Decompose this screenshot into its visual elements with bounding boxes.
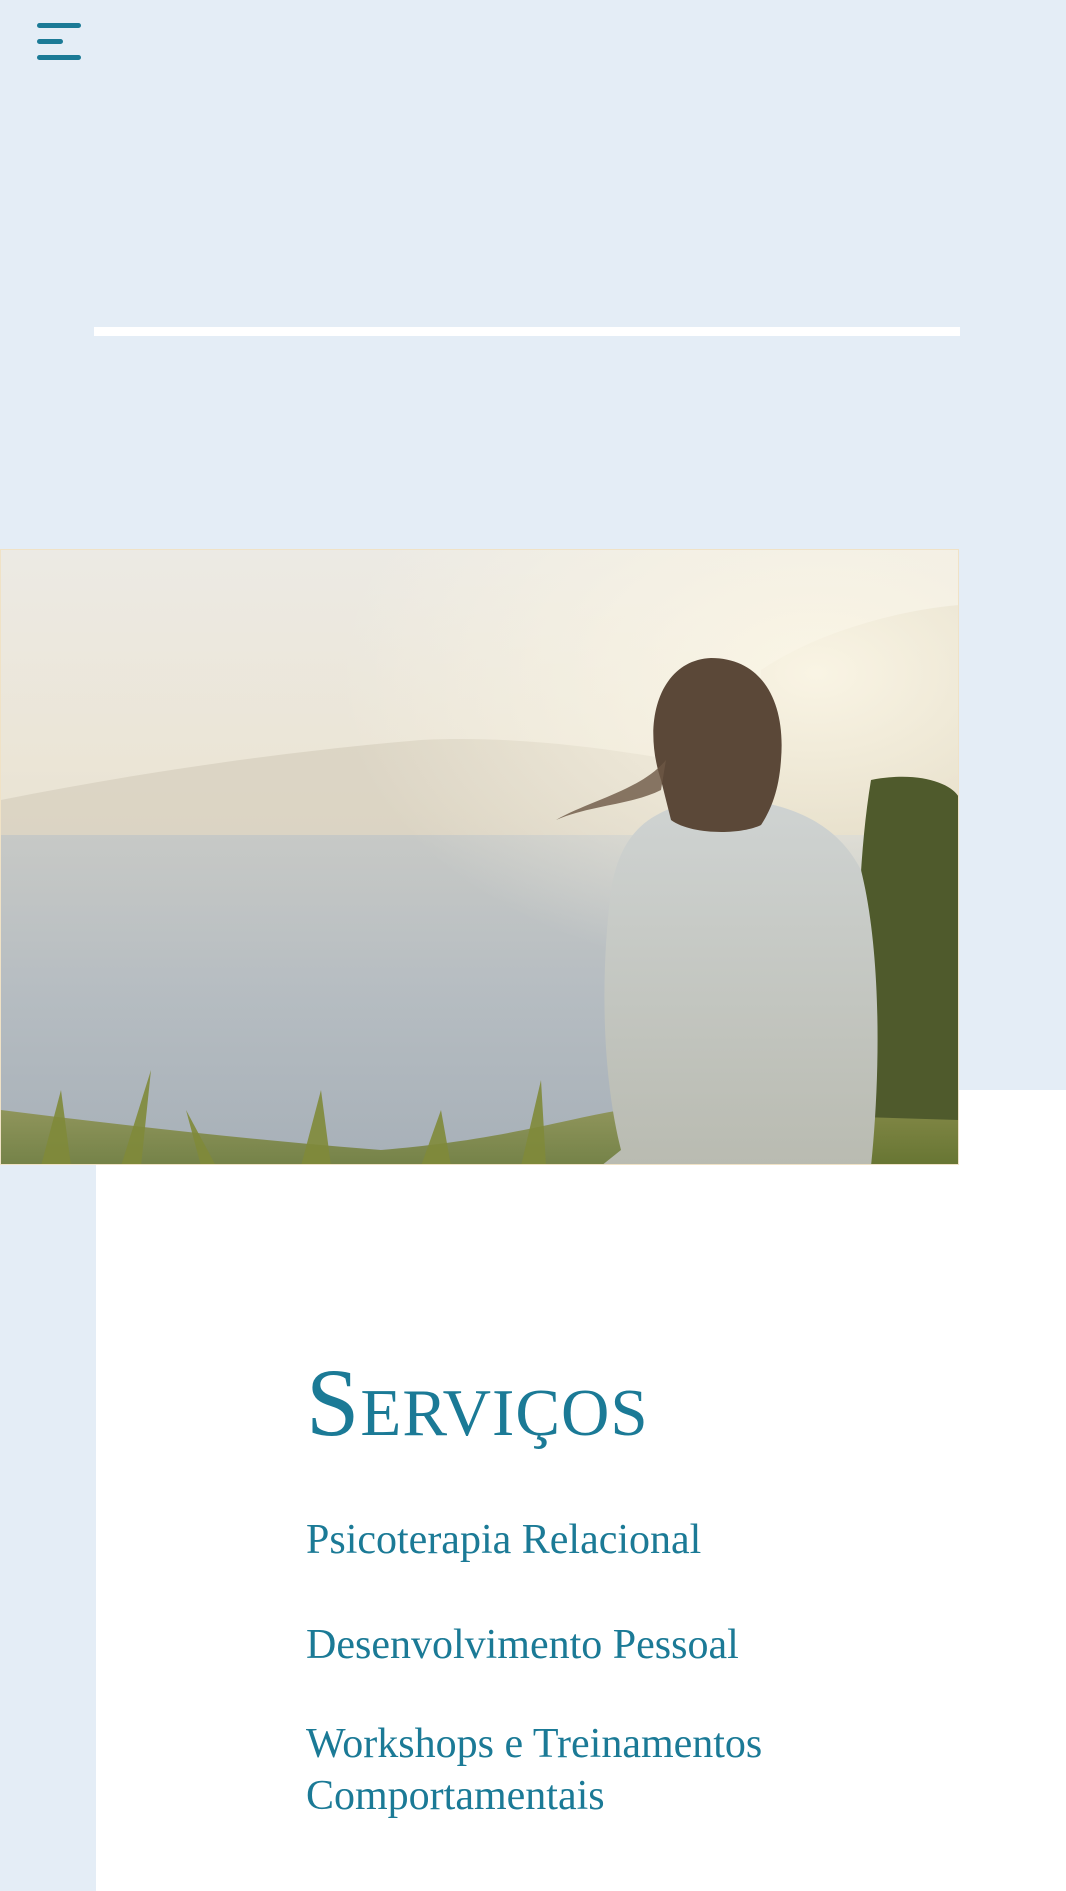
menu-icon-line <box>37 23 81 28</box>
service-item-psicoterapia[interactable]: Psicoterapia Relacional <box>306 1514 866 1566</box>
menu-button[interactable] <box>34 20 88 64</box>
services-title: Serviços <box>306 1349 649 1456</box>
panel-edge <box>959 1090 1066 1092</box>
menu-icon-line <box>37 55 81 60</box>
menu-icon-line <box>37 39 63 44</box>
hero-photo <box>0 549 959 1165</box>
hero-photo-illustration <box>1 550 958 1164</box>
header-divider <box>94 327 960 336</box>
service-item-desenvolvimento[interactable]: Desenvolvimento Pessoal <box>306 1619 866 1671</box>
service-item-workshops[interactable]: Workshops e Treinamentos Comportamentais <box>306 1718 866 1822</box>
